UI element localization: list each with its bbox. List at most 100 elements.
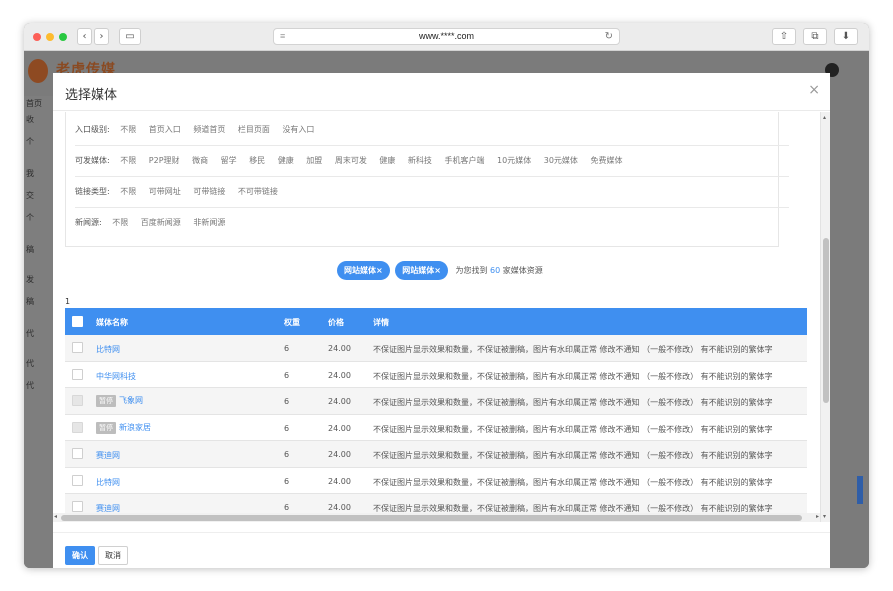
reader-icon[interactable]: ≡ [280,29,285,44]
sidebar-item: 代 [26,359,34,368]
filter-option[interactable]: 免费媒体 [590,146,622,176]
filter-row-news-source: 新闻源: 不限 百度新闻源 非新闻源 [75,208,789,239]
sidebar-item: 首页 [26,99,42,108]
row-checkbox[interactable] [72,448,83,459]
minimize-window-button[interactable] [46,33,54,41]
media-name-link[interactable]: 中华网科技 [96,371,136,382]
confirm-button[interactable]: 确认 [65,546,95,565]
close-icon[interactable]: × [808,82,820,98]
select-all-checkbox[interactable] [72,316,83,327]
filter-option[interactable]: 手机客户端 [444,146,484,176]
forward-icon[interactable]: › [94,28,109,45]
select-media-modal: 选择媒体 × 入口级别: 不限 首页入口 频道首页 栏目页面 没有入口 可发媒体… [53,73,830,568]
filter-option[interactable]: 可带链接 [193,177,225,207]
header-detail: 详情 [373,318,389,327]
share-icon[interactable]: ⇧ [772,28,796,45]
sidebar-item: 发 [26,275,34,284]
filter-option[interactable]: 30元媒体 [544,146,578,176]
scroll-up-icon[interactable]: ▴ [823,114,826,121]
media-table: 媒体名称 权重 价格 详情 比特网 6 24.00 不保证图片显示效果和数量，不… [65,308,807,521]
media-name-link[interactable]: 比特网 [96,477,120,488]
header-weight: 权重 [284,318,300,327]
media-price: 24.00 [328,476,351,486]
media-weight: 6 [284,397,290,406]
result-prefix: 为您找到 [455,266,488,275]
back-icon[interactable]: ‹ [77,28,92,45]
filter-option[interactable]: 健康 [278,146,294,176]
modal-footer: 确认 取消 [53,532,830,568]
media-name-link[interactable]: 暂停 飞象网 [96,395,143,407]
filter-option[interactable]: P2P理财 [149,146,180,176]
reload-icon[interactable]: ↻ [605,29,613,44]
filter-option[interactable]: 留学 [221,146,237,176]
media-weight: 6 [284,423,290,433]
row-checkbox[interactable] [72,474,83,486]
result-summary: 为您找到 60 家媒体资源 [456,266,543,275]
media-weight: 6 [284,503,290,512]
sidebar-item: 交 [26,191,34,200]
sidebar-icon[interactable]: ▭ [119,28,141,45]
paused-badge: 暂停 [96,395,116,407]
result-count: 60 [490,266,501,275]
media-weight: 6 [284,476,290,486]
media-name-link[interactable]: 赛迪网 [96,450,120,461]
horizontal-scroll-thumb[interactable] [61,515,802,521]
filter-option[interactable]: 不可带链接 [238,177,278,207]
filter-option[interactable]: 加盟 [306,146,322,176]
paused-badge: 暂停 [96,421,116,434]
filter-option[interactable]: 新科技 [408,146,432,176]
filter-option[interactable]: 非新闻源 [193,208,225,238]
table-row[interactable]: 中华网科技 6 24.00 不保证图片显示效果和数量，不保证被删稿，图片有水印属… [65,361,807,388]
vertical-scroll-thumb[interactable] [823,238,829,403]
modal-title: 选择媒体 [65,88,118,103]
filter-option[interactable]: 不限 [120,177,136,207]
zoom-window-button[interactable] [59,33,67,41]
filter-option[interactable]: 百度新闻源 [141,208,181,238]
filter-label: 链接类型: [75,187,110,196]
row-checkbox[interactable] [72,342,83,353]
row-checkbox[interactable] [72,368,83,380]
scroll-left-icon[interactable]: ◂ [54,513,57,520]
filter-option[interactable]: 没有入口 [282,115,314,145]
table-row[interactable]: 比特网 6 24.00 不保证图片显示效果和数量，不保证被删稿，图片有水印属正常… [65,335,807,362]
filter-option[interactable]: 微商 [192,146,208,176]
filter-row-entry-level: 入口级别: 不限 首页入口 频道首页 栏目页面 没有入口 [75,115,789,146]
vertical-scrollbar[interactable]: ▴ ▾ [820,112,830,522]
sidebar-item: 个 [26,213,34,222]
filter-option[interactable]: 可带网址 [149,177,181,207]
horizontal-scrollbar[interactable]: ◂ ▸ [53,513,820,522]
row-checkbox[interactable] [72,501,83,512]
filter-option[interactable]: 栏目页面 [238,115,270,145]
filter-option[interactable]: 不限 [120,146,136,176]
filter-option[interactable]: 频道首页 [193,115,225,145]
filter-option[interactable]: 周末可发 [335,146,367,176]
address-bar[interactable]: ≡ www.****.com ↻ [273,28,620,45]
filter-option[interactable]: 不限 [112,208,128,238]
selected-tag[interactable]: 网站媒体× [337,261,390,280]
media-detail: 不保证图片显示效果和数量，不保证被删稿，图片有水印属正常 修改不通知 （一般不修… [373,477,773,487]
media-weight: 6 [284,344,290,353]
media-name-link[interactable]: 暂停 新浪家居 [96,421,151,434]
scroll-right-icon[interactable]: ▸ [816,513,819,520]
filter-option[interactable]: 10元媒体 [497,146,531,176]
filter-option[interactable]: 移民 [249,146,265,176]
media-price: 24.00 [328,397,351,406]
tabs-icon[interactable]: ⧉ [803,28,827,45]
close-window-button[interactable] [33,33,41,41]
media-name-link[interactable]: 比特网 [96,344,120,355]
table-row[interactable]: 比特网 6 24.00 不保证图片显示效果和数量，不保证被删稿，图片有水印属正常… [65,467,807,494]
sidebar-item: 收 [26,115,34,124]
table-row[interactable]: 暂停 新浪家居 6 24.00 不保证图片显示效果和数量，不保证被删稿，图片有水印… [65,414,807,441]
media-detail: 不保证图片显示效果和数量，不保证被删稿，图片有水印属正常 修改不通知 （一般不修… [373,345,773,354]
filter-option[interactable]: 不限 [120,115,136,145]
filter-option[interactable]: 首页入口 [149,115,181,145]
modal-header: 选择媒体 × [53,73,830,111]
media-detail: 不保证图片显示效果和数量，不保证被删稿，图片有水印属正常 修改不通知 （一般不修… [373,424,773,434]
table-row[interactable]: 暂停 飞象网 6 24.00 不保证图片显示效果和数量，不保证被删稿，图片有水印属… [65,388,807,415]
table-row[interactable]: 赛迪网 6 24.00 不保证图片显示效果和数量，不保证被删稿，图片有水印属正常… [65,441,807,468]
scroll-down-icon[interactable]: ▾ [823,513,826,520]
cancel-button[interactable]: 取消 [98,546,128,565]
download-icon[interactable]: ⬇ [834,28,858,45]
filter-option[interactable]: 健康 [379,146,395,176]
selected-tag[interactable]: 网站媒体× [395,261,448,280]
